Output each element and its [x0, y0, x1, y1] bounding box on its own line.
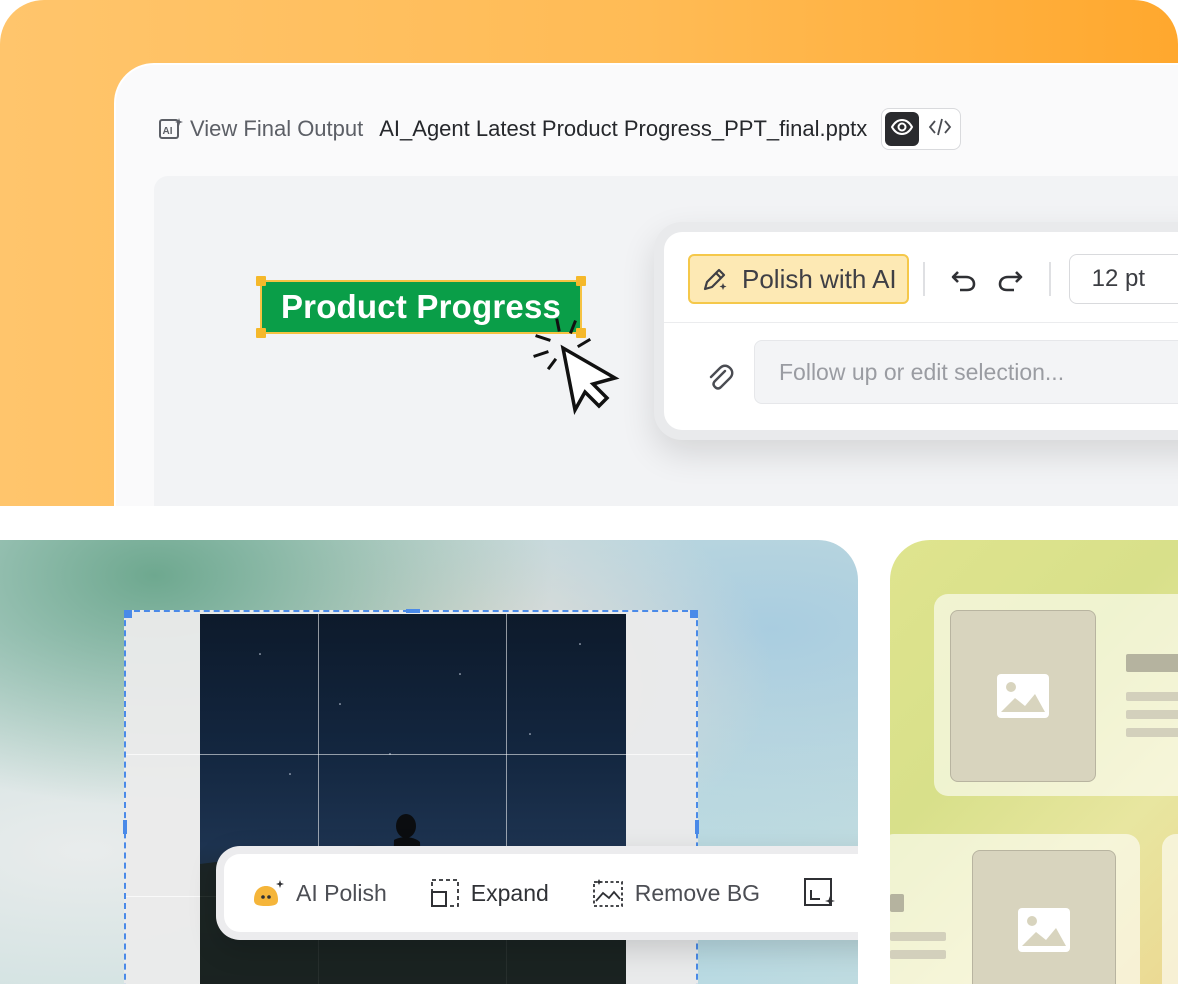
polish-with-ai-label: Polish with AI [742, 263, 897, 294]
text-placeholder-bar [890, 950, 946, 959]
redo-button[interactable] [993, 259, 1029, 299]
text-toolbar-row: Polish with AI 12 pt [688, 254, 1178, 304]
resize-handle-top-left[interactable] [256, 276, 266, 286]
resize-handle-top-right[interactable] [576, 276, 586, 286]
resize-handle-bottom-left[interactable] [256, 328, 266, 338]
file-name: AI_Agent Latest Product Progress_PPT_fin… [379, 116, 868, 141]
text-edit-toolbar: Polish with AI 12 pt [654, 222, 1178, 440]
image-placeholder [972, 850, 1116, 984]
undo-icon [948, 264, 978, 294]
polish-with-ai-button[interactable]: Polish with AI [688, 254, 909, 304]
expand-label: Expand [470, 879, 549, 906]
text-placeholder-bar [890, 932, 946, 941]
undo-button[interactable] [945, 259, 981, 299]
code-toggle-button[interactable] [923, 112, 957, 146]
text-placeholder-bar [1126, 728, 1178, 737]
ai-resize-icon [802, 876, 838, 910]
ai-polish-button[interactable]: AI Polish [250, 878, 387, 908]
text-placeholder-bar [1126, 692, 1178, 701]
image-edit-panel: AI Polish Expand Remove BG [0, 540, 858, 984]
remove-bg-icon [591, 877, 625, 909]
layout-template-card[interactable] [934, 594, 1178, 796]
expand-button[interactable]: Expand [429, 877, 549, 909]
text-placeholder-bar [1126, 710, 1178, 719]
top-orange-panel: AI View Final Output AI_Agent Latest Pro… [0, 0, 1178, 506]
paperclip-icon [705, 363, 735, 393]
view-final-output-label[interactable]: View Final Output [190, 116, 363, 142]
click-cursor-icon [531, 316, 623, 416]
layout-template-card[interactable] [1162, 834, 1178, 984]
crop-handle[interactable] [123, 820, 127, 834]
remove-bg-button[interactable]: Remove BG [591, 877, 760, 909]
follow-up-input[interactable] [754, 340, 1178, 404]
slide-title-text: Product Progress [280, 288, 562, 325]
preview-toggle-button[interactable] [885, 112, 920, 146]
view-mode-toggle [881, 108, 962, 150]
text-placeholder-bar [1126, 654, 1178, 672]
crop-handle[interactable] [695, 820, 699, 834]
image-placeholder [950, 610, 1096, 782]
output-header: AI View Final Output AI_Agent Latest Pro… [158, 107, 962, 151]
pencil-sparkle-icon [700, 264, 730, 294]
ai-polish-label: AI Polish [296, 879, 387, 906]
crop-handle[interactable] [690, 610, 698, 618]
text-placeholder-bar [890, 894, 904, 912]
layout-templates-panel [890, 540, 1178, 984]
image-icon [1016, 906, 1072, 954]
toolbar-divider [922, 262, 925, 296]
toolbar-divider [1048, 262, 1051, 296]
attach-file-button[interactable] [700, 358, 740, 398]
font-size-field[interactable]: 12 pt [1068, 254, 1178, 304]
crop-handle[interactable] [406, 609, 420, 613]
ai-polish-mascot-icon [250, 878, 286, 908]
redo-icon [996, 264, 1026, 294]
layout-template-card[interactable] [890, 834, 1140, 984]
eye-icon [890, 115, 914, 144]
ai-document-icon: AI [158, 116, 184, 142]
remove-bg-label: Remove BG [634, 879, 761, 906]
image-icon [995, 672, 1051, 720]
image-edit-toolbar: AI Polish Expand Remove BG [216, 846, 858, 940]
ai-resize-button[interactable] [802, 876, 838, 910]
code-icon [927, 115, 953, 144]
toolbar-separator [664, 322, 1178, 323]
svg-text:AI: AI [163, 126, 173, 137]
crop-handle[interactable] [124, 610, 132, 618]
expand-icon [429, 877, 461, 909]
